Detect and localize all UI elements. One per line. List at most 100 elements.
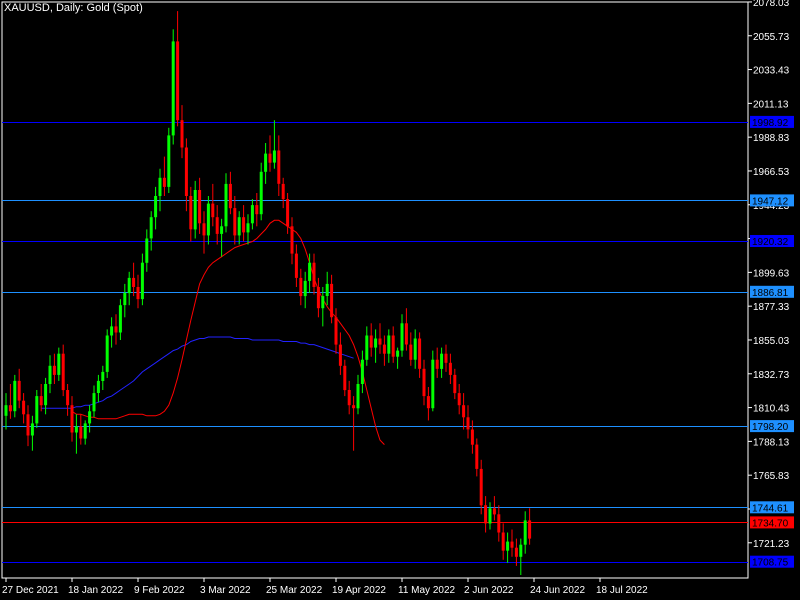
y-axis-tick-label: 2011.13 xyxy=(753,99,789,110)
candle-body xyxy=(83,423,87,439)
candle-body xyxy=(30,423,34,436)
candle-body xyxy=(189,196,193,230)
candle-body xyxy=(17,380,21,401)
candle-body xyxy=(286,199,290,227)
moving-average-slow xyxy=(41,336,354,409)
candle-body xyxy=(347,390,351,406)
candle-body xyxy=(176,41,180,121)
candle-body xyxy=(88,411,92,424)
candle-body xyxy=(479,468,483,506)
y-axis-tick-label: 2033.43 xyxy=(753,66,790,77)
candle-body xyxy=(514,547,518,557)
x-axis-tick-label: 3 Mar 2022 xyxy=(200,585,251,596)
candle-body xyxy=(488,508,492,524)
candle-body xyxy=(22,400,26,415)
candle-body xyxy=(413,338,417,360)
candle-body xyxy=(136,287,140,300)
candle-body xyxy=(290,226,294,254)
candle-body xyxy=(26,414,30,436)
candle-body xyxy=(369,335,373,348)
x-axis-tick-label: 9 Feb 2022 xyxy=(134,585,185,596)
candle-body xyxy=(422,368,426,397)
candle-body xyxy=(180,120,184,148)
candle-body xyxy=(4,405,8,416)
candle-body xyxy=(268,153,272,163)
candle-body xyxy=(220,226,224,234)
candle-body xyxy=(528,520,532,539)
y-axis-tick-label: 2078.03 xyxy=(753,0,790,9)
y-axis-tick-label: 1966.53 xyxy=(753,167,790,178)
candle-body xyxy=(308,262,312,281)
candle-body xyxy=(184,147,188,196)
candle-body xyxy=(440,353,444,369)
candle-body xyxy=(233,208,237,236)
candle-body xyxy=(8,405,12,412)
y-axis-tick-label: 1765.83 xyxy=(753,471,790,482)
candle-body xyxy=(457,393,461,406)
candle-body xyxy=(294,253,298,278)
candle-body xyxy=(418,338,422,369)
x-axis-tick-label: 11 May 2022 xyxy=(398,585,456,596)
candle-body xyxy=(510,541,514,548)
candle-body xyxy=(506,541,510,551)
candle-body xyxy=(400,323,404,351)
candle-body xyxy=(281,183,285,200)
candle-body xyxy=(158,177,162,196)
candle-body xyxy=(206,203,210,236)
candle-body xyxy=(154,196,158,218)
candle-body xyxy=(101,371,105,381)
candle-body xyxy=(277,150,281,184)
price-level-tag-label: 1798.20 xyxy=(752,422,789,433)
candle-body xyxy=(202,223,206,236)
candle-body xyxy=(96,380,100,393)
candle-body xyxy=(114,326,118,333)
x-axis-tick-label: 18 Jan 2022 xyxy=(68,585,123,596)
y-axis-tick-label: 2055.73 xyxy=(753,32,790,43)
candle-body xyxy=(382,344,386,354)
candle-body xyxy=(492,508,496,515)
candle-body xyxy=(39,396,43,406)
candle-body xyxy=(356,384,360,409)
y-axis-tick-label: 1721.23 xyxy=(753,539,790,550)
candle-body xyxy=(228,183,232,209)
candle-body xyxy=(404,323,408,345)
y-axis-tick-label: 1988.83 xyxy=(753,133,790,144)
candle-body xyxy=(132,277,136,287)
candle-body xyxy=(391,335,395,357)
candle-body xyxy=(255,205,259,215)
y-axis-tick-label: 1877.33 xyxy=(753,302,790,313)
y-axis-tick-label: 1855.03 xyxy=(753,336,790,347)
price-level-tag-label: 1886.81 xyxy=(752,288,789,299)
x-axis-tick-label: 24 Jun 2022 xyxy=(530,585,585,596)
candle-body xyxy=(360,359,364,384)
candle-body xyxy=(224,183,228,227)
candle-body xyxy=(365,335,369,360)
x-axis-tick-label: 19 Apr 2022 xyxy=(332,585,386,596)
y-axis-tick-label: 1810.43 xyxy=(753,404,790,415)
candle-body xyxy=(325,283,329,296)
price-level-tag-label: 1708.75 xyxy=(752,558,789,569)
x-axis-tick-label: 27 Dec 2021 xyxy=(2,585,59,596)
candle-body xyxy=(211,203,215,218)
candle-body xyxy=(215,217,219,234)
candle-body xyxy=(343,365,347,391)
candle-body xyxy=(497,514,501,533)
candle-body xyxy=(264,153,268,172)
candle-body xyxy=(140,262,144,300)
candle-body xyxy=(523,520,527,545)
candle-body xyxy=(57,353,61,375)
candle-body xyxy=(79,426,83,439)
candle-body xyxy=(127,277,131,294)
candle-body xyxy=(118,305,122,333)
candle-body xyxy=(237,217,241,236)
candle-body xyxy=(484,505,488,524)
candle-body xyxy=(431,359,435,409)
candle-body xyxy=(193,190,197,230)
candle-body xyxy=(74,426,78,433)
x-axis-tick-label: 18 Jul 2022 xyxy=(596,585,648,596)
candle-body xyxy=(149,217,153,239)
candle-body xyxy=(470,429,474,445)
candle-body xyxy=(259,171,263,215)
candle-body xyxy=(501,532,505,551)
candle-body xyxy=(272,150,276,163)
